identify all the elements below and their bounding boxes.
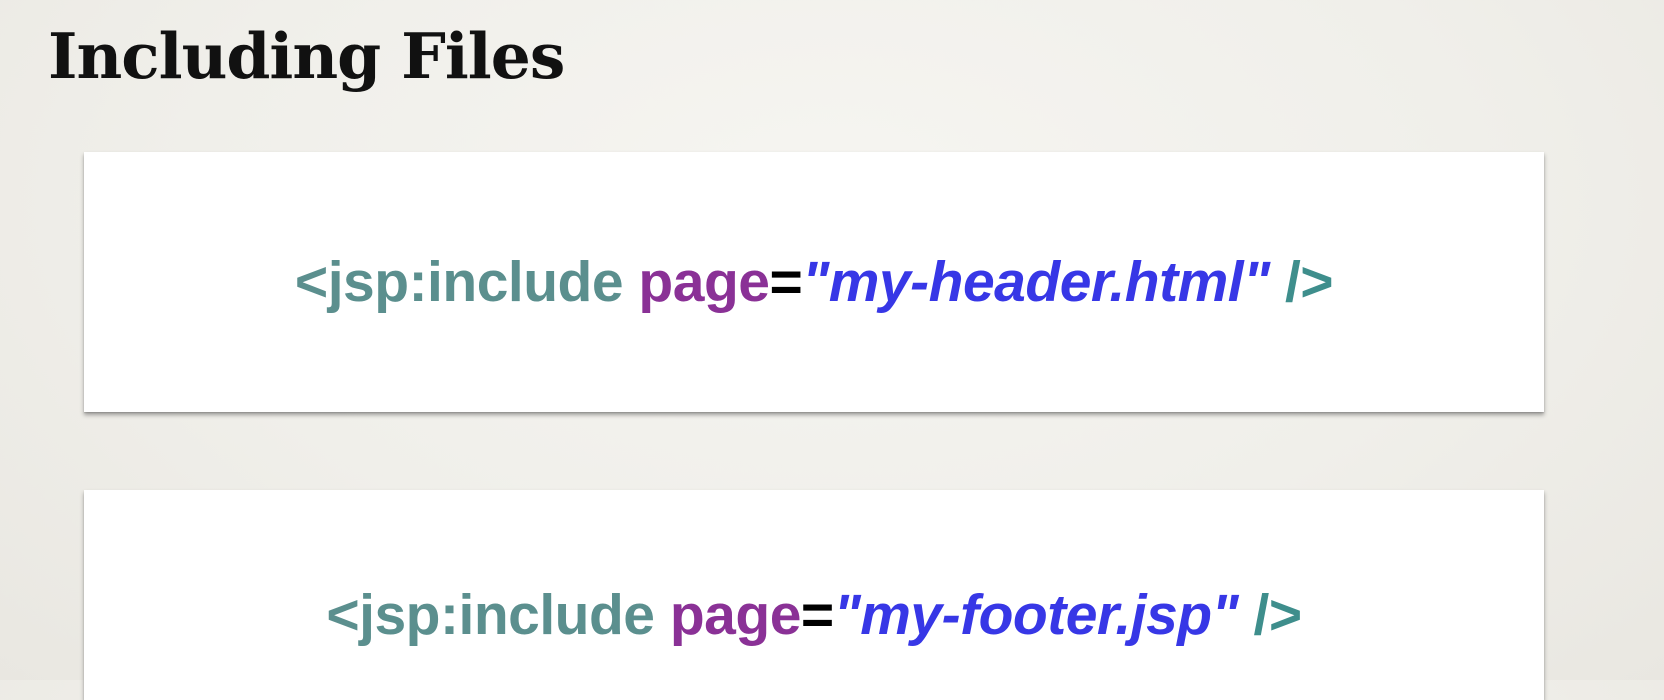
jsp-tag-open: <jsp:include (326, 583, 655, 647)
code-card-header-include: <jsp:include page="my-header.html" /> (84, 152, 1544, 412)
attribute-value: "my-header.html" (802, 250, 1270, 314)
jsp-tag-open: <jsp:include (294, 250, 624, 314)
equals-sign: = (800, 583, 834, 647)
code-card-footer-include: <jsp:include page="my-footer.jsp" /> (84, 490, 1544, 700)
code-line: <jsp:include page="my-header.html" /> (294, 249, 1334, 315)
attribute-name: page (638, 250, 770, 314)
jsp-tag-close: /> (1253, 583, 1303, 647)
code-line: <jsp:include page="my-footer.jsp" /> (326, 582, 1303, 648)
attribute-value: "my-footer.jsp" (833, 583, 1239, 647)
jsp-tag-close: /> (1284, 250, 1334, 314)
equals-sign: = (769, 250, 803, 314)
attribute-name: page (669, 583, 802, 647)
slide-title: Including Files (48, 19, 565, 93)
